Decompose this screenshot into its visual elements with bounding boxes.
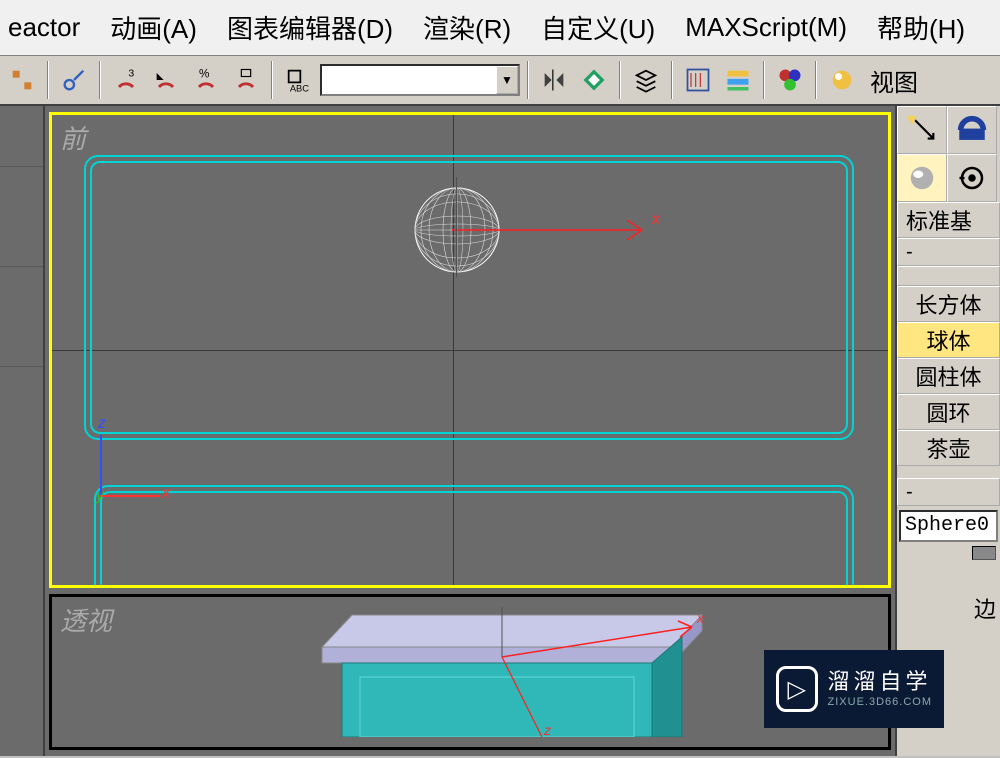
percent-snap-icon[interactable]: %	[188, 62, 224, 98]
toolbar: 3 % ABC ▼ 视图	[0, 56, 1000, 106]
menu-animation[interactable]: 动画(A)	[110, 9, 197, 46]
watermark-url: ZIXUE.3D66.COM	[828, 696, 932, 709]
menu-reactor[interactable]: eactor	[8, 12, 80, 43]
svg-text:3: 3	[128, 68, 134, 80]
perspective-model: x z	[282, 597, 722, 737]
object-type-button[interactable]: 球体	[897, 322, 1000, 358]
viewport-front[interactable]: 前 z x y	[49, 112, 891, 588]
tab-modify-icon[interactable]	[947, 106, 997, 154]
object-type-button[interactable]: 长方体	[897, 286, 1000, 322]
left-viewport-strip	[0, 106, 45, 756]
rollup-object-type[interactable]: -	[897, 238, 1000, 266]
svg-text:%: %	[199, 68, 209, 81]
menu-bar: eactor 动画(A) 图表编辑器(D) 渲染(R) 自定义(U) MAXSc…	[0, 0, 1000, 56]
svg-text:ABC: ABC	[290, 84, 309, 94]
curve-editor-icon[interactable]	[680, 62, 716, 98]
category-dropdown[interactable]: 标准基	[897, 202, 1000, 238]
spinner-snap-icon[interactable]	[228, 62, 264, 98]
axis-z-label: z	[98, 415, 106, 433]
tab-create-icon[interactable]	[897, 106, 947, 154]
angle-snap-icon[interactable]	[148, 62, 184, 98]
snap-toggle-icon[interactable]	[4, 62, 40, 98]
edge-label: 边	[897, 590, 1000, 626]
menu-customize[interactable]: 自定义(U)	[541, 9, 655, 46]
layers-icon[interactable]	[628, 62, 664, 98]
object-type-button[interactable]: 茶壶	[897, 430, 1000, 466]
tab-hierarchy-icon[interactable]	[897, 154, 947, 202]
object-type-list: 长方体球体圆柱体圆环茶壶	[897, 286, 1000, 466]
play-icon: ▷	[776, 666, 818, 712]
menu-help[interactable]: 帮助(H)	[877, 9, 965, 46]
align-icon[interactable]	[576, 62, 612, 98]
axis-x-label-gizmo: x	[652, 211, 660, 229]
view-label: 视图	[864, 63, 924, 98]
svg-text:z: z	[543, 722, 551, 737]
chamfer-box-bottom-inner	[100, 491, 848, 588]
attach-icon[interactable]	[56, 62, 92, 98]
menu-render[interactable]: 渲染(R)	[423, 9, 511, 46]
command-panel-tabs	[897, 106, 1000, 202]
watermark-title: 溜溜自学	[828, 669, 932, 695]
axis-x-label-corner: x	[162, 485, 170, 503]
viewport-perspective-label: 透视	[60, 601, 112, 638]
transform-gizmo-x[interactable]	[452, 210, 672, 270]
render-scene-icon[interactable]	[824, 62, 860, 98]
mirror-icon[interactable]	[536, 62, 572, 98]
named-selection-dropdown[interactable]: ▼	[320, 64, 520, 96]
object-name-field[interactable]: Sphere0	[899, 510, 998, 542]
object-type-button[interactable]: 圆柱体	[897, 358, 1000, 394]
dropdown-arrow-icon[interactable]: ▼	[496, 66, 518, 94]
axis-y-label: y	[96, 487, 104, 505]
menu-graph-editor[interactable]: 图表编辑器(D)	[227, 9, 393, 46]
material-editor-icon[interactable]	[772, 62, 808, 98]
tab-motion-icon[interactable]	[947, 154, 997, 202]
viewport-front-label: 前	[60, 119, 86, 156]
snap-3-icon[interactable]: 3	[108, 62, 144, 98]
object-type-button[interactable]: 圆环	[897, 394, 1000, 430]
svg-text:x: x	[696, 610, 705, 626]
named-selection-icon[interactable]: ABC	[280, 62, 316, 98]
menu-maxscript[interactable]: MAXScript(M)	[685, 12, 847, 43]
watermark-badge: ▷ 溜溜自学 ZIXUE.3D66.COM	[764, 650, 944, 728]
color-swatch[interactable]	[972, 546, 996, 560]
rollup-name-color[interactable]: -	[897, 478, 1000, 506]
schematic-view-icon[interactable]	[720, 62, 756, 98]
